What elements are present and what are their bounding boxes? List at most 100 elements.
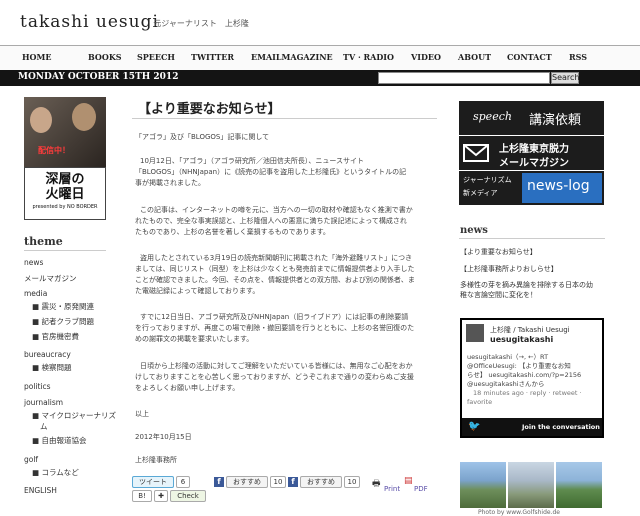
news-divider bbox=[459, 238, 605, 239]
speech-request-label: 講演依頼 bbox=[529, 113, 582, 128]
nav-books[interactable]: BOOKS bbox=[88, 52, 122, 62]
facebook-recommend-button[interactable]: おすすめ bbox=[226, 476, 268, 488]
tweet-button[interactable]: ツイート bbox=[132, 476, 174, 488]
speech-request-banner[interactable]: speech 講演依頼 bbox=[459, 101, 604, 135]
article-paragraph: 盗用したとされている3月19日の読売新聞朝刊に掲載された「海外避難リスト」につき… bbox=[135, 253, 440, 297]
article-paragraph: すでに12日当日、アゴラ研究所及びNHNJapan（旧ライブドア）には記事の削除… bbox=[135, 312, 440, 345]
article-line: れたもので、完全な事実誤認と、上杉隆個人への悪意に満ちた誤記述によって構成され bbox=[135, 217, 407, 225]
mail-magazine-banner[interactable]: 上杉隆東京脱力 メールマガジン bbox=[459, 136, 604, 170]
facebook-icon[interactable]: f bbox=[288, 477, 298, 487]
nav-about[interactable]: ABOUT bbox=[458, 52, 491, 62]
news-log-label1: ジャーナリズム bbox=[463, 176, 512, 184]
news-log-label2: 新メディア bbox=[463, 189, 498, 197]
tweet-actions[interactable]: 18 minutes ago · reply · retweet · bbox=[473, 389, 600, 398]
banner-badge: 配信中！ bbox=[38, 146, 70, 155]
news-item[interactable]: 多様性の芽を摘み異論を排除する日本の幼 bbox=[460, 280, 610, 290]
sidebar-item-news[interactable]: news bbox=[24, 258, 43, 267]
news-log-banner[interactable]: ジャーナリズム 新メディア news-log bbox=[459, 171, 604, 205]
banner-photo: 配信中！ bbox=[24, 97, 106, 167]
search-button[interactable]: Search bbox=[551, 72, 579, 84]
sidebar-item-media[interactable]: media bbox=[24, 289, 47, 298]
tweet-line: @OfficeUesugi: 【より重要なお知 bbox=[467, 362, 571, 370]
main-nav: HOME BOOKS SPEECH TWITTER EMAILMAGAZINE … bbox=[0, 45, 640, 71]
hatena-bookmark-icon[interactable]: B! bbox=[132, 490, 152, 502]
article-line: ましては、同じリスト（同型）を上杉は少なくとも発売前までに情報提供者より入手した bbox=[135, 265, 415, 273]
banner-title-line1: 深層の bbox=[45, 172, 85, 187]
join-conversation[interactable]: Join the conversation bbox=[522, 423, 600, 431]
twitter-handle[interactable]: uesugitakashi bbox=[490, 335, 553, 344]
twitter-footer[interactable]: 🐦 Join the conversation bbox=[462, 418, 602, 436]
pdf-link[interactable]: PDF bbox=[414, 485, 428, 493]
sidebar-item-columns[interactable]: ■ コラムなど bbox=[32, 467, 79, 478]
twitter-display-name[interactable]: 上杉隆 / Takashi Uesugi bbox=[490, 325, 570, 335]
sidebar-item-secret-funds[interactable]: ■ 官房機密費 bbox=[32, 331, 79, 342]
sidebar-item-bureaucracy[interactable]: bureaucracy bbox=[24, 350, 71, 359]
nav-twitter[interactable]: TWITTER bbox=[191, 52, 234, 62]
site-logo[interactable]: takashi uesugi bbox=[20, 12, 159, 32]
article-paragraph: この記事は、インターネットの噂を元に、当方への一切の取材や確認もなく推測で書か … bbox=[135, 205, 440, 238]
article-line: 上杉隆事務所 bbox=[135, 456, 177, 464]
sidebar-item-journalism[interactable]: journalism bbox=[24, 398, 63, 407]
nav-contact[interactable]: CONTACT bbox=[507, 52, 552, 62]
tweet-line: uesugitakashi（→, ←）RT bbox=[467, 353, 549, 361]
speech-label: speech bbox=[473, 110, 512, 123]
sidebar-item-nuclear[interactable]: ■ 震災・原発関連 bbox=[32, 301, 94, 312]
twitter-avatar[interactable] bbox=[466, 324, 484, 342]
pdf-icon[interactable]: ▤ bbox=[404, 476, 413, 486]
nav-tv-radio[interactable]: TV · RADIO bbox=[343, 52, 394, 62]
check-button[interactable]: Check bbox=[170, 490, 206, 502]
facebook-icon[interactable]: f bbox=[214, 477, 224, 487]
article-line: 「アゴラ」及び「BLOGOS」記事に関して bbox=[135, 133, 270, 141]
banner-title-box: 深層の 火曜日 presented by NO BORDER bbox=[24, 167, 106, 220]
sidebar-item-prosecutors[interactable]: ■ 検察問題 bbox=[32, 362, 71, 373]
article-line: 「BLOGOS」（NHNJapan）に《読売の記事を盗用した上杉隆氏》というタイ… bbox=[135, 168, 407, 176]
person-left bbox=[30, 107, 52, 133]
site-subtitle: | 元ジャーナリスト 上杉隆 bbox=[148, 19, 249, 28]
article-line: たものであり、上杉の名誉を著しく棄損するものであります。 bbox=[135, 228, 330, 236]
envelope-icon bbox=[463, 144, 489, 162]
photo-thumbnail[interactable] bbox=[508, 462, 554, 508]
tweet-link[interactable]: らせ】 uesugitakashi.com/?p=2156 bbox=[467, 371, 600, 380]
sidebar-item-micro-journalism-cont[interactable]: ム bbox=[40, 421, 48, 432]
sidebar-heading: theme bbox=[24, 235, 63, 248]
article-title-divider bbox=[132, 118, 437, 119]
print-link[interactable]: Print bbox=[384, 485, 400, 493]
sidebar-item-english[interactable]: ENGLISH bbox=[24, 486, 57, 495]
sidebar-item-golf[interactable]: golf bbox=[24, 455, 38, 464]
sidebar-item-free-press[interactable]: ■ 自由報道協会 bbox=[32, 435, 86, 446]
date-bar: MONDAY OCTOBER 15TH 2012 Search bbox=[0, 70, 640, 86]
news-heading: news bbox=[460, 225, 488, 236]
sidebar-divider bbox=[24, 250, 106, 251]
photo-thumbnail[interactable] bbox=[556, 462, 602, 508]
nav-speech[interactable]: SPEECH bbox=[137, 52, 175, 62]
article-line: けしておりますことを心苦しく思っておりますが、どうぞこれまで通りの変わらぬご支援 bbox=[135, 373, 414, 381]
article-paragraph: 2012年10月15日 bbox=[135, 432, 438, 443]
news-item[interactable]: 【より重要なお知らせ】 bbox=[460, 247, 610, 257]
photo-thumbnail[interactable] bbox=[460, 462, 506, 508]
facebook-recommend-count: 10 bbox=[270, 476, 286, 488]
search-input[interactable] bbox=[378, 72, 550, 84]
tweet-favorite[interactable]: favorite bbox=[467, 398, 600, 407]
article-title: 【より重要なお知らせ】 bbox=[138, 102, 281, 117]
sidebar-item-mail-magazine[interactable]: メールマガジン bbox=[24, 273, 77, 284]
site-header: takashi uesugi | 元ジャーナリスト 上杉隆 bbox=[0, 0, 640, 42]
article-paragraph: 以上 bbox=[135, 409, 438, 420]
news-log-logo: news-log bbox=[527, 178, 590, 194]
nav-rss[interactable]: RSS bbox=[569, 52, 587, 62]
article-paragraph: 10月12日、「アゴラ」（アゴラ研究所／池田信夫所長）、ニュースサイト 「BLO… bbox=[135, 156, 440, 189]
nav-video[interactable]: VIDEO bbox=[411, 52, 441, 62]
tuesday-banner[interactable]: 配信中！ 深層の 火曜日 presented by NO BORDER bbox=[24, 97, 106, 220]
facebook-recommend-count-2: 10 bbox=[344, 476, 360, 488]
nav-emailmagazine[interactable]: EMAILMAGAZINE bbox=[251, 52, 333, 62]
news-item[interactable]: 【上杉隆事務所よりおしらせ】 bbox=[460, 264, 610, 274]
current-date: MONDAY OCTOBER 15TH 2012 bbox=[18, 72, 179, 82]
sidebar-item-press-club[interactable]: ■ 記者クラブ問題 bbox=[32, 316, 94, 327]
nav-home[interactable]: HOME bbox=[22, 52, 51, 62]
print-icon[interactable]: 🖶 bbox=[372, 476, 381, 492]
article-line: 10月12日、「アゴラ」（アゴラ研究所／池田信夫所長）、ニュースサイト bbox=[140, 157, 364, 165]
sidebar-item-politics[interactable]: politics bbox=[24, 382, 51, 391]
sidebar-item-micro-journalism[interactable]: ■ マイクロジャーナリズ bbox=[32, 410, 116, 421]
news-item-cont[interactable]: 稚な言論空間に変化を！ bbox=[460, 290, 610, 300]
facebook-recommend-button-2[interactable]: おすすめ bbox=[300, 476, 342, 488]
bookmark-icon[interactable]: ✚ bbox=[154, 490, 168, 502]
